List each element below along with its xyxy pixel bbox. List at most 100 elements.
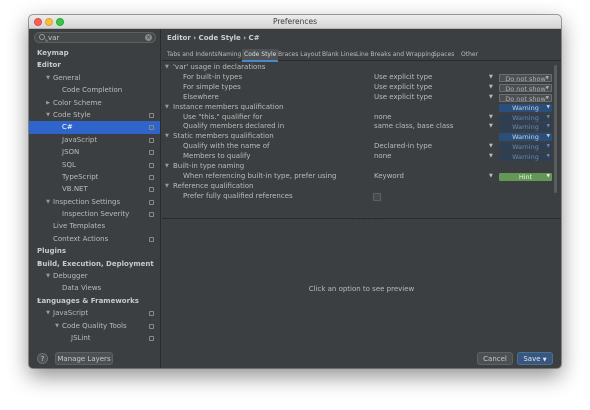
option-value-dropdown[interactable]: Use explicit type	[374, 83, 432, 93]
sidebar-item-context-actions[interactable]: Context Actions	[29, 233, 160, 245]
sidebar-item-csharp[interactable]: C#	[29, 121, 160, 134]
severity-dropdown[interactable]: Do not show ▼	[499, 73, 552, 83]
option-value-dropdown[interactable]: same class, base class	[374, 122, 453, 132]
option-value-dropdown[interactable]: Use explicit type	[374, 73, 432, 83]
severity-dropdown[interactable]: Do not show ▼	[499, 93, 552, 103]
tab-naming[interactable]: Naming	[216, 49, 243, 61]
sidebar-item-general[interactable]: ▼ General	[29, 72, 160, 84]
chevron-down-icon[interactable]: ▼	[44, 72, 52, 84]
severity-dropdown[interactable]: Warning ▼	[499, 103, 552, 112]
option-row[interactable]: For built-in types Use explicit type ▼ Do n…	[162, 73, 554, 83]
option-group-row[interactable]: ▼ 'var' usage in declarations	[162, 63, 554, 73]
sidebar-item-build-execution-deployment[interactable]: ▼ Build, Execution, Deployment	[29, 258, 160, 270]
save-button[interactable]: Save ▼	[517, 352, 553, 365]
chevron-down-icon[interactable]: ▼	[165, 103, 169, 113]
sidebar-item-label: Data Views	[62, 284, 102, 293]
severity-dropdown[interactable]: Hint ▼	[499, 172, 552, 181]
chevron-down-icon[interactable]: ▼	[165, 182, 169, 192]
sidebar-item-editor[interactable]: ▼ Editor	[29, 59, 160, 71]
sidebar-item-label: Plugins	[37, 247, 67, 256]
settings-search[interactable]: ×	[34, 32, 156, 43]
option-row[interactable]: When referencing built-in type, prefer u…	[162, 172, 554, 182]
tab-tabs-and-indents[interactable]: Tabs and Indents	[165, 49, 220, 61]
sidebar-item-javascript[interactable]: JavaScript	[29, 134, 160, 146]
help-button[interactable]: ?	[37, 353, 48, 364]
option-value-dropdown[interactable]: none	[374, 152, 391, 162]
sidebar-item-javascript[interactable]: ▼ JavaScript	[29, 307, 160, 319]
sidebar-item-code-style[interactable]: ▼ Code Style	[29, 109, 160, 121]
chevron-down-icon[interactable]: ▼	[44, 307, 52, 319]
severity-dropdown[interactable]: Warning ▼	[499, 153, 552, 162]
sidebar-item-code-quality-tools[interactable]: ▼ Code Quality Tools	[29, 320, 160, 332]
option-value-dropdown[interactable]: Keyword	[374, 172, 404, 182]
sidebar-item-vb-net[interactable]: VB.NET	[29, 183, 160, 195]
sidebar-item-sql[interactable]: SQL	[29, 159, 160, 171]
option-group-row[interactable]: ▼ Reference qualification	[162, 182, 554, 192]
sidebar-item-plugins[interactable]: Plugins	[29, 245, 160, 257]
option-row[interactable]: Members to qualify none ▼ Warning ▼	[162, 152, 554, 162]
option-group-row[interactable]: ▼ Built-in type naming	[162, 162, 554, 172]
project-settings-icon	[149, 323, 154, 329]
sidebar-item-color-scheme[interactable]: ▶ Color Scheme	[29, 97, 160, 109]
chevron-down-icon[interactable]: ▼	[44, 270, 52, 282]
sidebar-item-languages-frameworks[interactable]: ▼ Languages & Frameworks	[29, 295, 160, 307]
chevron-down-icon[interactable]: ▼	[165, 63, 169, 73]
sidebar-item-typescript[interactable]: TypeScript	[29, 171, 160, 183]
option-value-dropdown[interactable]: none	[374, 113, 391, 123]
option-group-row[interactable]: ▼ Instance members qualification Warning ▼	[162, 103, 554, 113]
options-scrollbar[interactable]	[553, 63, 558, 213]
severity-dropdown[interactable]: Do not show ▼	[499, 83, 552, 93]
dropdown-arrow-icon[interactable]: ▼	[489, 122, 493, 132]
dropdown-arrow-icon[interactable]: ▼	[489, 73, 493, 83]
sidebar-item-label: JavaScript	[53, 309, 89, 318]
chevron-down-icon[interactable]: ▼	[44, 196, 52, 208]
option-row[interactable]: Qualify with the name of Declared-in type…	[162, 142, 554, 152]
dropdown-arrow-icon[interactable]: ▼	[489, 93, 493, 103]
sidebar-item-inspection-severity[interactable]: Inspection Severity	[29, 208, 160, 220]
option-row[interactable]: Prefer fully qualified references	[162, 192, 554, 202]
sidebar-item-data-views[interactable]: Data Views	[29, 282, 160, 294]
option-checkbox[interactable]	[373, 192, 381, 201]
dropdown-arrow-icon[interactable]: ▼	[489, 113, 493, 123]
dropdown-arrow-icon[interactable]: ▼	[489, 172, 493, 182]
chevron-down-icon[interactable]: ▼	[53, 320, 61, 332]
sidebar-item-keymap[interactable]: Keymap	[29, 47, 160, 59]
tab-code-style[interactable]: Code Style	[242, 49, 279, 62]
tab-spaces[interactable]: Spaces	[431, 49, 456, 61]
search-input[interactable]	[48, 33, 138, 42]
option-row[interactable]: Elsewhere Use explicit type ▼ Do not show ▼	[162, 93, 554, 103]
sidebar-item-json[interactable]: JSON	[29, 146, 160, 158]
manage-layers-button[interactable]: Manage Layers	[55, 352, 113, 365]
cancel-button[interactable]: Cancel	[477, 352, 513, 365]
severity-dropdown[interactable]: Warning ▼	[499, 133, 552, 142]
tab-braces-layout[interactable]: Braces Layout	[276, 49, 323, 61]
tab-other[interactable]: Other	[459, 49, 480, 61]
option-row[interactable]: Qualify members declared in same class, b…	[162, 122, 554, 132]
scrollbar-thumb[interactable]	[554, 65, 557, 193]
chevron-down-icon[interactable]: ▼	[165, 132, 169, 142]
severity-dropdown[interactable]: Warning ▼	[499, 123, 552, 132]
chevron-down-icon[interactable]: ▼	[165, 162, 169, 172]
option-row[interactable]: For simple types Use explicit type ▼ Do not…	[162, 83, 554, 93]
option-group-row[interactable]: ▼ Static members qualification Warning ▼	[162, 132, 554, 142]
chevron-down-icon[interactable]: ▼	[44, 109, 52, 121]
option-value-dropdown[interactable]: Declared-in type	[374, 142, 432, 152]
severity-dropdown[interactable]: Warning ▼	[499, 113, 552, 122]
sidebar-item-debugger[interactable]: ▼ Debugger	[29, 270, 160, 282]
option-row[interactable]: Use "this." qualifier for none ▼ Warning ▼	[162, 113, 554, 123]
sidebar-item-jslint[interactable]: JSLint	[29, 332, 160, 344]
sidebar-item-inspection-settings[interactable]: ▼ Inspection Settings	[29, 196, 160, 208]
option-value-dropdown[interactable]: Use explicit type	[374, 93, 432, 103]
dropdown-arrow-icon[interactable]: ▼	[489, 152, 493, 162]
sidebar-item-code-completion[interactable]: Code Completion	[29, 84, 160, 96]
chevron-right-icon[interactable]: ▶	[44, 97, 52, 109]
dropdown-arrow-icon[interactable]: ▼	[489, 83, 493, 93]
severity-dropdown[interactable]: Warning ▼	[499, 143, 552, 152]
tab-blank-lines[interactable]: Blank Lines	[320, 49, 358, 61]
tab-line-breaks-and-wrapping[interactable]: Line Breaks and Wrapping	[354, 49, 437, 61]
clear-search-icon[interactable]: ×	[145, 34, 152, 41]
sidebar-item-live-templates[interactable]: Live Templates	[29, 220, 160, 232]
dropdown-arrow-icon: ▼	[546, 144, 550, 150]
breadcrumb: Editor › Code Style › C#	[167, 34, 260, 42]
dropdown-arrow-icon[interactable]: ▼	[489, 142, 493, 152]
